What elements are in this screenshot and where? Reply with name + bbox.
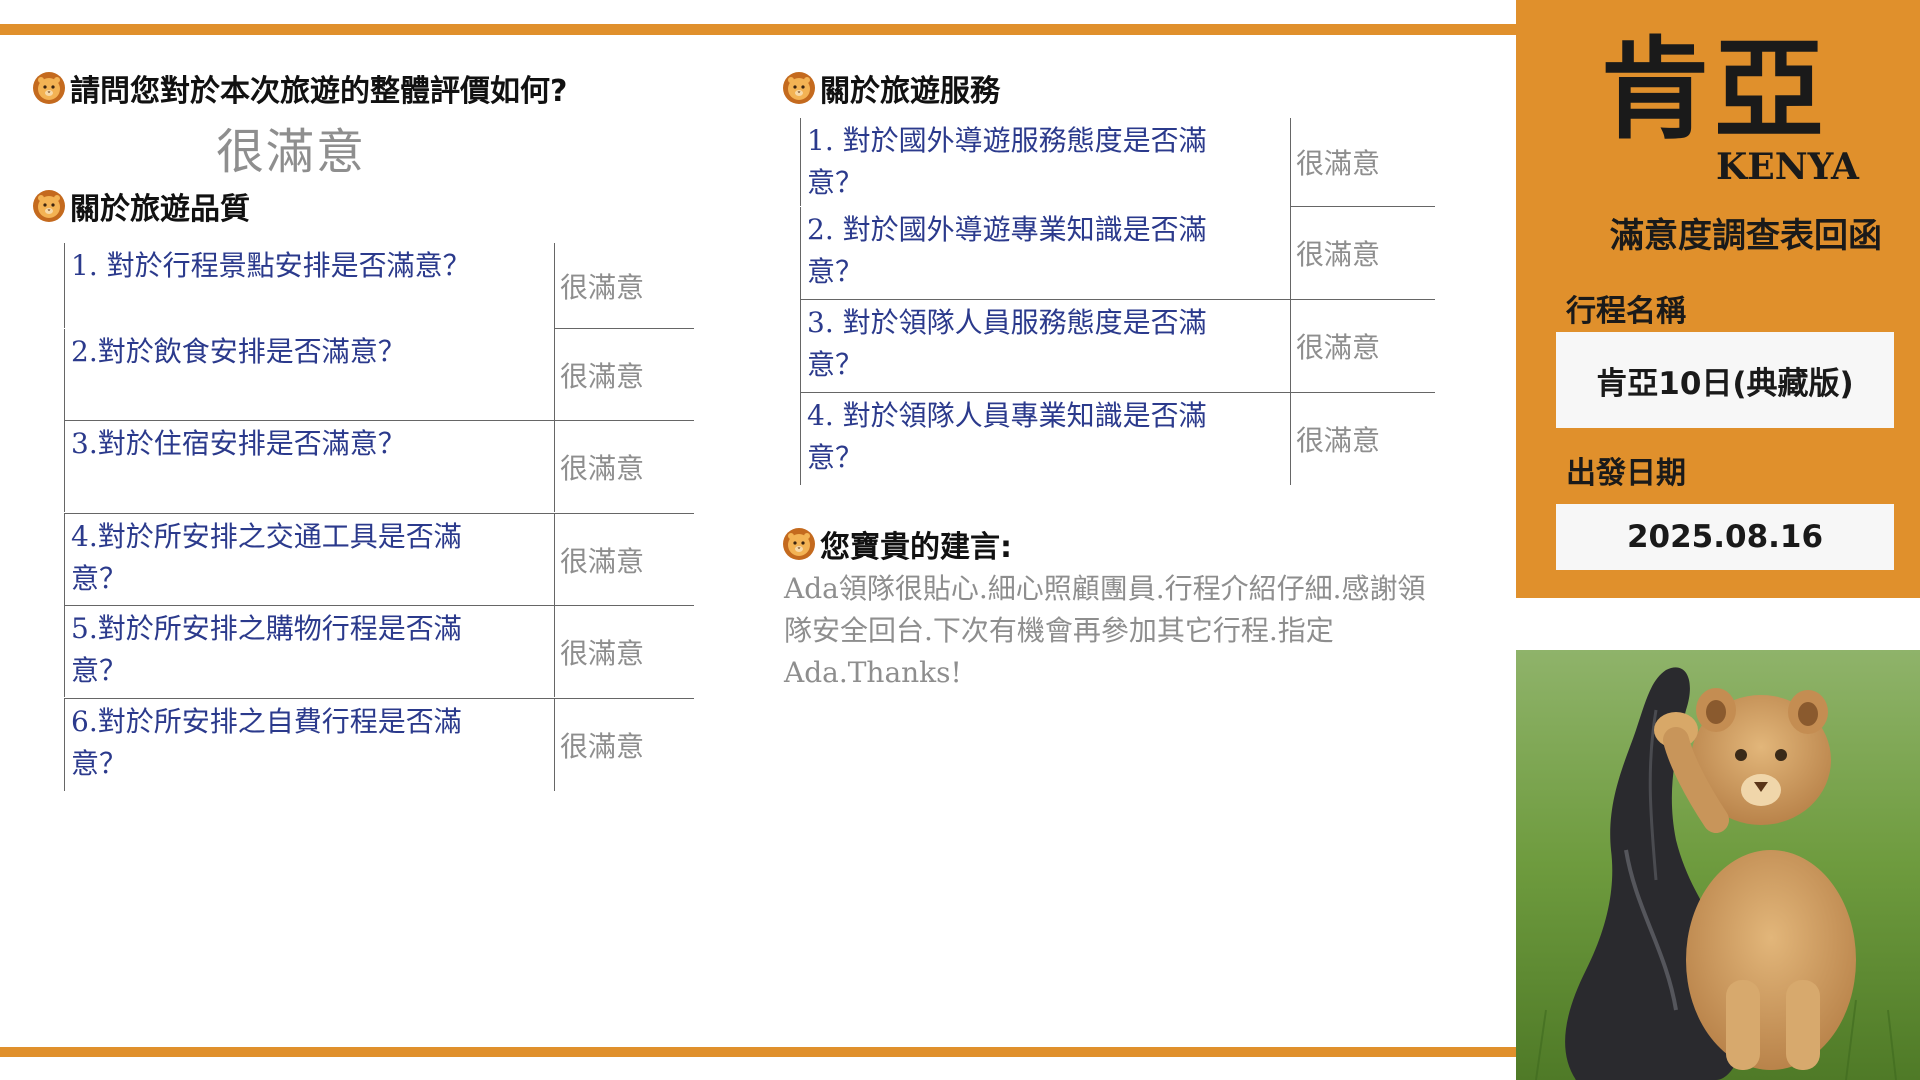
table-row: 6.對於所安排之自費行程是否滿 意？ 很滿意 bbox=[64, 699, 694, 791]
advice-line: Ada.Thanks! bbox=[784, 656, 962, 689]
question-cell: 1. 對於行程景點安排是否滿意？ bbox=[64, 243, 554, 328]
question-cell: 4.對於所安排之交通工具是否滿 意？ bbox=[64, 514, 554, 605]
question-text: 5.對於所安排之購物行程是否滿 bbox=[71, 612, 462, 645]
answer-cell: 很滿意 bbox=[554, 699, 694, 791]
question-text-cont: 意？ bbox=[807, 441, 864, 474]
answer-cell: 很滿意 bbox=[554, 329, 694, 420]
departure-date-label: 出發日期 bbox=[1566, 456, 1686, 491]
question-cell: 4. 對於領隊人員專業知識是否滿 意？ bbox=[800, 393, 1290, 485]
overall-heading: 請問您對於本次旅遊的整體評價如何? bbox=[32, 66, 567, 110]
answer-cell: 很滿意 bbox=[1290, 118, 1435, 206]
advice-heading: 您寶貴的建言: bbox=[782, 522, 1012, 566]
service-heading: 關於旅遊服務 bbox=[782, 66, 1000, 110]
quality-heading-text: 關於旅遊品質 bbox=[70, 192, 250, 227]
table-row: 3. 對於領隊人員服務態度是否滿 意？ 很滿意 bbox=[800, 300, 1435, 392]
question-cell: 2.對於飲食安排是否滿意？ bbox=[64, 329, 554, 420]
question-cell: 2. 對於國外導遊專業知識是否滿 意？ bbox=[800, 207, 1290, 299]
advice-line: 隊安全回台.下次有機會再參加其它行程.指定 bbox=[784, 614, 1334, 647]
question-text-cont: 意？ bbox=[71, 747, 128, 780]
answer-cell: 很滿意 bbox=[554, 421, 694, 512]
destination-title: 肯亞 bbox=[1600, 26, 1828, 154]
advice-heading-text: 您寶貴的建言: bbox=[820, 530, 1012, 565]
question-text-cont: 意？ bbox=[807, 166, 864, 199]
destination-title-en: KENYA bbox=[1716, 146, 1859, 188]
trip-name-value: 肯亞10日(典藏版) bbox=[1556, 332, 1894, 428]
table-row: 2.對於飲食安排是否滿意？ 很滿意 bbox=[64, 329, 694, 420]
lion-cub-photo bbox=[1516, 650, 1920, 1080]
question-cell: 3. 對於領隊人員服務態度是否滿 意？ bbox=[800, 300, 1290, 392]
table-row: 4. 對於領隊人員專業知識是否滿 意？ 很滿意 bbox=[800, 393, 1435, 485]
question-text: 3.對於住宿安排是否滿意？ bbox=[71, 427, 406, 460]
answer-cell: 很滿意 bbox=[1290, 393, 1435, 485]
question-text: 3. 對於領隊人員服務態度是否滿 bbox=[807, 306, 1207, 339]
bottom-accent-bar bbox=[0, 1047, 1516, 1057]
question-text: 4. 對於領隊人員專業知識是否滿 bbox=[807, 399, 1207, 432]
answer-cell: 很滿意 bbox=[554, 606, 694, 697]
quality-heading: 關於旅遊品質 bbox=[32, 184, 250, 228]
question-text-cont: 意？ bbox=[807, 255, 864, 288]
question-cell: 3.對於住宿安排是否滿意？ bbox=[64, 421, 554, 512]
question-text-cont: 意？ bbox=[71, 654, 128, 687]
lion-icon bbox=[32, 189, 66, 223]
table-row: 4.對於所安排之交通工具是否滿 意？ 很滿意 bbox=[64, 514, 694, 605]
question-cell: 5.對於所安排之購物行程是否滿 意？ bbox=[64, 606, 554, 697]
answer-cell: 很滿意 bbox=[554, 514, 694, 605]
question-text: 2. 對於國外導遊專業知識是否滿 bbox=[807, 213, 1207, 246]
question-text: 1. 對於國外導遊服務態度是否滿 bbox=[807, 124, 1207, 157]
question-text-cont: 意？ bbox=[71, 562, 128, 595]
table-row: 3.對於住宿安排是否滿意？ 很滿意 bbox=[64, 421, 694, 512]
trip-name-label: 行程名稱 bbox=[1566, 294, 1686, 329]
answer-cell: 很滿意 bbox=[1290, 207, 1435, 299]
lion-icon bbox=[32, 71, 66, 105]
service-heading-text: 關於旅遊服務 bbox=[820, 74, 1000, 109]
question-cell: 6.對於所安排之自費行程是否滿 意？ bbox=[64, 699, 554, 791]
answer-cell: 很滿意 bbox=[554, 243, 694, 328]
overall-heading-text: 請問您對於本次旅遊的整體評價如何? bbox=[70, 74, 568, 109]
summary-panel: 肯亞 KENYA 滿意度調查表回函 行程名稱 肯亞10日(典藏版) 出發日期 2… bbox=[1516, 0, 1920, 598]
lion-icon bbox=[782, 527, 816, 561]
top-accent-bar bbox=[0, 24, 1516, 35]
table-row: 5.對於所安排之購物行程是否滿 意？ 很滿意 bbox=[64, 606, 694, 697]
question-text: 2.對於飲食安排是否滿意？ bbox=[71, 335, 406, 368]
question-text: 1. 對於行程景點安排是否滿意？ bbox=[71, 249, 471, 282]
overall-rating-value: 很滿意 bbox=[216, 124, 367, 180]
question-text: 6.對於所安排之自費行程是否滿 bbox=[71, 705, 462, 738]
table-row: 2. 對於國外導遊專業知識是否滿 意？ 很滿意 bbox=[800, 207, 1435, 299]
advice-text: Ada領隊很貼心.細心照顧團員.行程介紹仔細.感謝領 隊安全回台.下次有機會再參… bbox=[784, 568, 1494, 694]
departure-date-value: 2025.08.16 bbox=[1556, 504, 1894, 570]
question-cell: 1. 對於國外導遊服務態度是否滿 意？ bbox=[800, 118, 1290, 206]
question-text: 4.對於所安排之交通工具是否滿 bbox=[71, 520, 462, 553]
panel-subtitle: 滿意度調查表回函 bbox=[1610, 216, 1882, 256]
lion-icon bbox=[782, 71, 816, 105]
advice-line: Ada領隊很貼心.細心照顧團員.行程介紹仔細.感謝領 bbox=[784, 572, 1426, 605]
table-row: 1. 對於國外導遊服務態度是否滿 意？ 很滿意 bbox=[800, 118, 1435, 206]
table-row: 1. 對於行程景點安排是否滿意？ 很滿意 bbox=[64, 243, 694, 328]
answer-cell: 很滿意 bbox=[1290, 300, 1435, 392]
question-text-cont: 意？ bbox=[807, 348, 864, 381]
